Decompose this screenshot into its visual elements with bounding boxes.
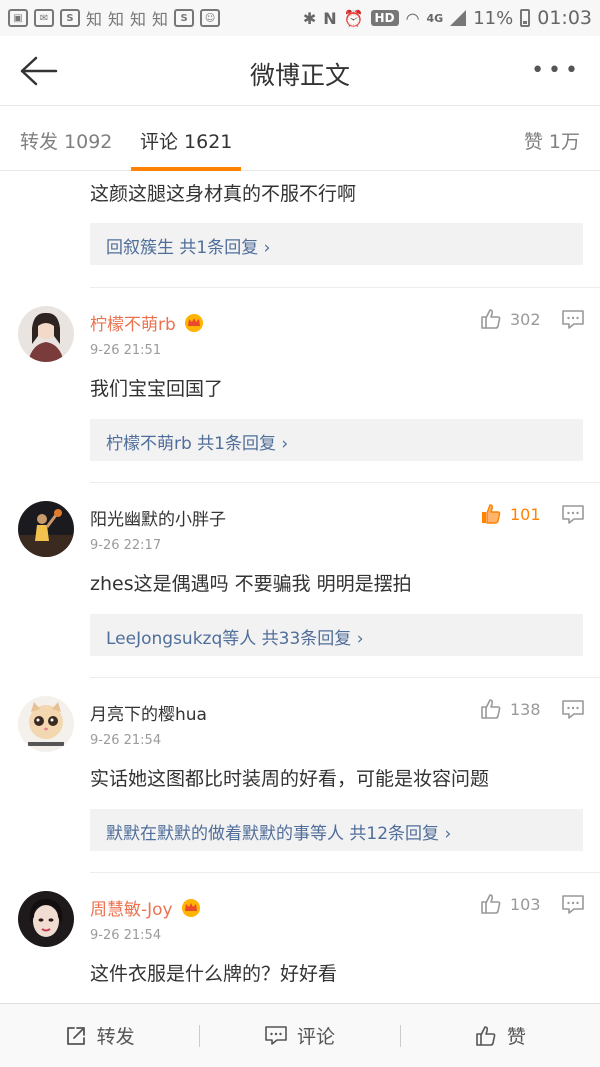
avatar[interactable] [18, 501, 74, 557]
vip-crown-icon [181, 899, 200, 917]
comment-icon [265, 1025, 287, 1045]
panda-icon: ☺ [200, 9, 221, 27]
wifi-icon: ◠ [405, 8, 420, 28]
user-name-text: 柠檬不萌rb [90, 315, 176, 335]
hd-badge: HD [370, 10, 399, 26]
comment-text: 这颜这腿这身材真的不服不行啊 [90, 183, 357, 205]
avatar[interactable] [18, 891, 74, 947]
divider [90, 677, 600, 678]
s-icon: S [60, 9, 80, 27]
user-name-text: 周慧敏-Joy [90, 900, 173, 920]
page-title: 微博正文 [249, 61, 350, 90]
reply-comment-icon[interactable] [562, 505, 584, 525]
thumbs-up-icon [481, 894, 501, 914]
forward-label: 转发 [96, 1026, 135, 1048]
reply-comment-icon[interactable] [562, 700, 584, 720]
tab-bar: 转发 1092 评论 1621 赞 1万 [0, 107, 600, 171]
image-icon: ▣ [8, 9, 28, 27]
like-button[interactable]: 302 [480, 308, 541, 330]
like-count: 138 [510, 699, 541, 719]
thumbs-up-icon [481, 309, 501, 329]
app-zhihu-label: 知 [108, 10, 125, 29]
battery-icon [520, 9, 531, 27]
like-button[interactable]: 101 [480, 503, 541, 525]
app-zhihu-label: 知 [130, 10, 147, 29]
notification-icon: S [174, 9, 195, 27]
alarm-icon: ⏰ [343, 8, 364, 28]
divider [90, 287, 600, 288]
tab-comment[interactable]: 评论 1621 [140, 127, 232, 154]
comment-time: 9-26 21:54 [90, 733, 162, 748]
reply-preview[interactable]: LeeJongsukzq等人 共33条回复 › [90, 614, 583, 656]
comment-text: zhes这是偶遇吗 不要骗我 明明是摆拍 [90, 573, 412, 595]
clock: 01:03 [537, 7, 592, 29]
share-icon [66, 1026, 85, 1045]
avatar[interactable] [18, 306, 74, 362]
divider [90, 872, 600, 873]
app-zhihu-label: 知 [152, 10, 169, 29]
comment-text: 这件衣服是什么牌的？好好看 [90, 963, 338, 985]
more-options-icon[interactable]: ••• [531, 58, 582, 83]
app-header: 微博正文 ••• [0, 36, 600, 106]
status-bar: ▣ ✉ S 知 知 知 知 S ☺ ✱ N ⏰ HD ◠ 4G 11% 01:0… [0, 0, 600, 36]
comment-button[interactable]: 评论 [200, 1004, 399, 1067]
tab-like[interactable]: 赞 1万 [524, 127, 580, 154]
comment-list: 这颜这腿这身材真的不服不行啊 回叙簇生 共1条回复 › 柠檬不萌rb 9-26 … [0, 171, 600, 1003]
reply-preview[interactable]: 柠檬不萌rb 共1条回复 › [90, 419, 583, 461]
tab-forward[interactable]: 转发 1092 [20, 127, 112, 154]
like-count: 302 [510, 309, 541, 329]
divider [90, 482, 600, 483]
user-name[interactable]: 月亮下的樱hua [90, 700, 207, 725]
thumbs-up-icon [476, 1025, 496, 1046]
reply-comment-icon[interactable] [562, 895, 584, 915]
like-count: 103 [510, 894, 541, 914]
forward-button[interactable]: 转发 [0, 1004, 199, 1067]
avatar[interactable] [18, 696, 74, 752]
user-name[interactable]: 阳光幽默的小胖子 [90, 505, 226, 530]
vip-crown-icon [184, 314, 203, 332]
like-button[interactable]: 103 [480, 893, 541, 915]
comment-time: 9-26 22:17 [90, 538, 162, 553]
signal-icon [450, 10, 467, 26]
battery-percent: 11% [473, 7, 514, 29]
nfc-icon: N [323, 8, 337, 28]
thumbs-up-filled-icon [482, 504, 501, 524]
reply-preview[interactable]: 回叙簇生 共1条回复 › [90, 223, 583, 265]
bottom-action-bar: 转发 评论 赞 [0, 1003, 600, 1067]
comment-text: 实话她这图都比时装周的好看，可能是妆容问题 [90, 768, 490, 790]
thumbs-up-icon [481, 699, 501, 719]
like-label: 赞 [506, 1026, 526, 1048]
mail-icon: ✉ [34, 9, 54, 27]
comment-text: 我们宝宝回国了 [90, 378, 224, 400]
comment-time: 9-26 21:54 [90, 928, 162, 943]
like-post-button[interactable]: 赞 [401, 1004, 600, 1067]
bluetooth-icon: ✱ [302, 8, 317, 28]
user-name[interactable]: 柠檬不萌rb [90, 310, 206, 335]
comment-label: 评论 [296, 1026, 335, 1048]
comment-time: 9-26 21:51 [90, 343, 162, 358]
reply-preview[interactable]: 默默在默默的做着默默的事等人 共12条回复 › [90, 809, 583, 851]
network-label: 4G [426, 11, 444, 25]
app-zhihu-label: 知 [86, 10, 103, 29]
reply-comment-icon[interactable] [562, 310, 584, 330]
user-name[interactable]: 周慧敏-Joy [90, 895, 203, 920]
like-button[interactable]: 138 [480, 698, 541, 720]
like-count: 101 [510, 504, 541, 524]
